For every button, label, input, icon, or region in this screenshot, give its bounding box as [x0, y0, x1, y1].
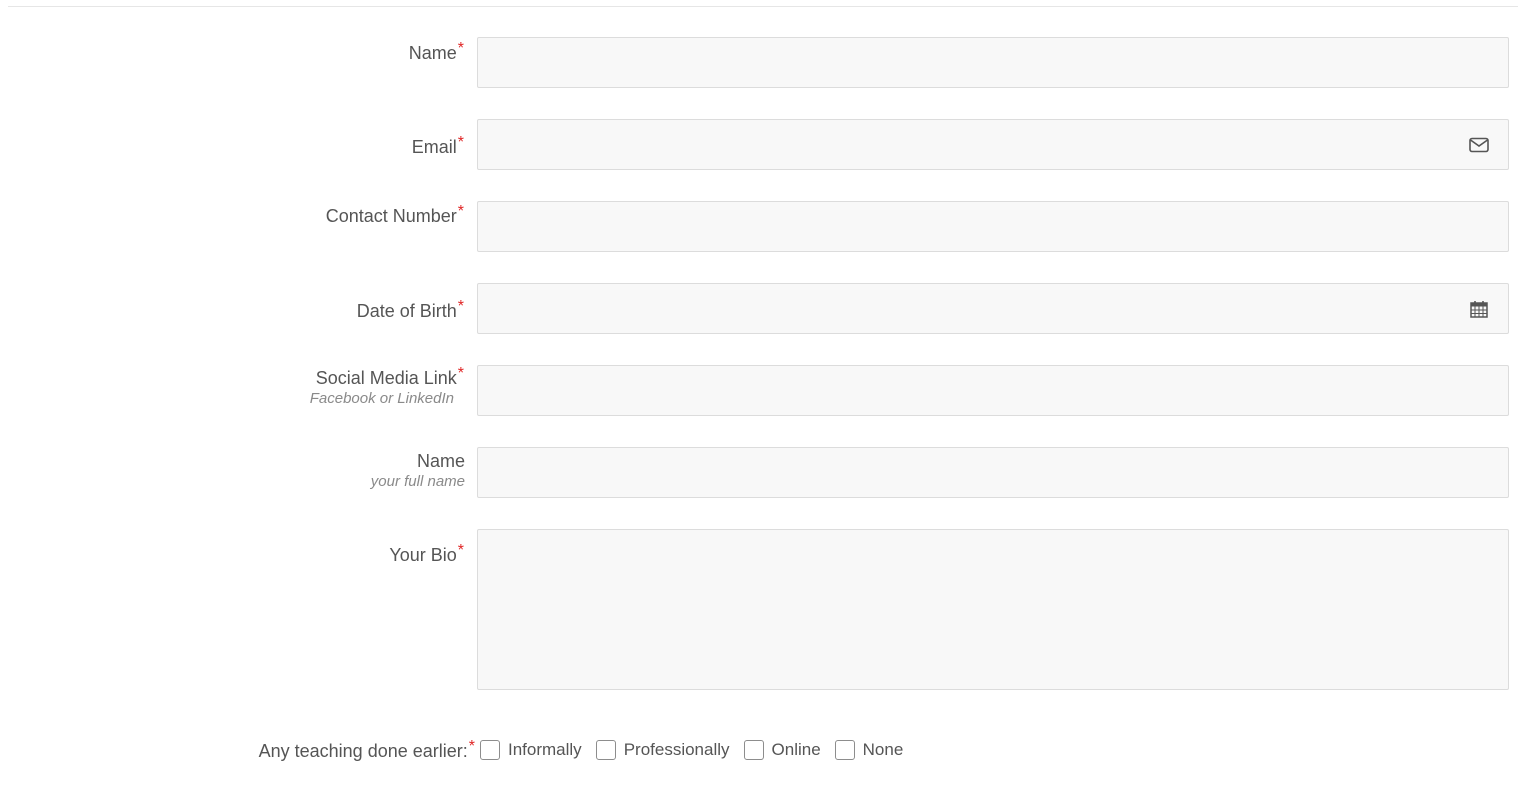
bio-field[interactable]	[477, 529, 1509, 690]
social-field[interactable]	[477, 365, 1509, 416]
name-field[interactable]	[477, 37, 1509, 88]
registration-form: Name* Email* Contact Number* Date of Bir…	[0, 0, 1526, 794]
bio-textarea[interactable]	[478, 530, 1508, 689]
email-label: Email	[411, 137, 457, 157]
teaching-label: Any teaching done earlier:	[258, 741, 468, 761]
top-divider	[8, 6, 1518, 7]
checkbox-online[interactable]	[743, 740, 764, 760]
fullname-hint: your full name	[370, 473, 465, 490]
social-label-group: Social Media Link* Facebook or LinkedIn	[309, 365, 464, 408]
required-marker: *	[457, 40, 464, 57]
name-label-group: Name*	[408, 40, 464, 64]
name-label: Name	[408, 43, 457, 63]
teaching-label-group: Any teaching done earlier:*	[258, 738, 475, 762]
required-marker: *	[457, 134, 464, 151]
contact-input[interactable]	[478, 202, 1508, 251]
option-label: Informally	[508, 740, 582, 759]
option-label: Online	[771, 740, 821, 759]
bio-label-group: Your Bio*	[389, 542, 464, 566]
option-none[interactable]: None	[834, 740, 904, 760]
fullname-label: Name	[416, 451, 465, 471]
required-marker: *	[468, 738, 475, 755]
social-hint: Facebook or LinkedIn	[309, 390, 454, 407]
social-input[interactable]	[478, 366, 1508, 415]
dob-label-group: Date of Birth*	[356, 298, 464, 322]
contact-label: Contact Number	[325, 206, 457, 226]
fullname-label-group: Name your full name	[371, 450, 465, 491]
teaching-row: Any teaching done earlier:* Informally P…	[0, 738, 1526, 768]
bio-label: Your Bio	[389, 545, 457, 565]
contact-label-group: Contact Number*	[325, 203, 464, 227]
dob-input[interactable]	[478, 284, 1508, 333]
email-label-group: Email*	[411, 134, 464, 158]
dob-label: Date of Birth	[356, 301, 457, 321]
option-label: Professionally	[623, 740, 730, 759]
required-marker: *	[457, 365, 464, 382]
contact-field[interactable]	[477, 201, 1509, 252]
option-label: None	[862, 740, 904, 759]
required-marker: *	[457, 298, 464, 315]
envelope-icon	[1468, 134, 1490, 156]
checkbox-informally[interactable]	[480, 740, 500, 760]
option-professionally[interactable]: Professionally	[595, 740, 730, 760]
option-online[interactable]: Online	[743, 740, 821, 760]
checkbox-none[interactable]	[834, 740, 855, 760]
required-marker: *	[457, 203, 464, 220]
social-label: Social Media Link	[315, 368, 457, 388]
email-input[interactable]	[478, 120, 1508, 169]
name-input[interactable]	[478, 38, 1508, 87]
calendar-icon[interactable]	[1468, 298, 1490, 320]
fullname-field[interactable]	[477, 447, 1509, 498]
checkbox-professionally[interactable]	[595, 740, 616, 760]
required-marker: *	[457, 542, 464, 559]
teaching-options: Informally Professionally Online None	[480, 740, 917, 760]
fullname-input[interactable]	[478, 448, 1508, 497]
email-field[interactable]	[477, 119, 1509, 170]
option-informally[interactable]: Informally	[480, 740, 582, 760]
dob-field[interactable]	[477, 283, 1509, 334]
